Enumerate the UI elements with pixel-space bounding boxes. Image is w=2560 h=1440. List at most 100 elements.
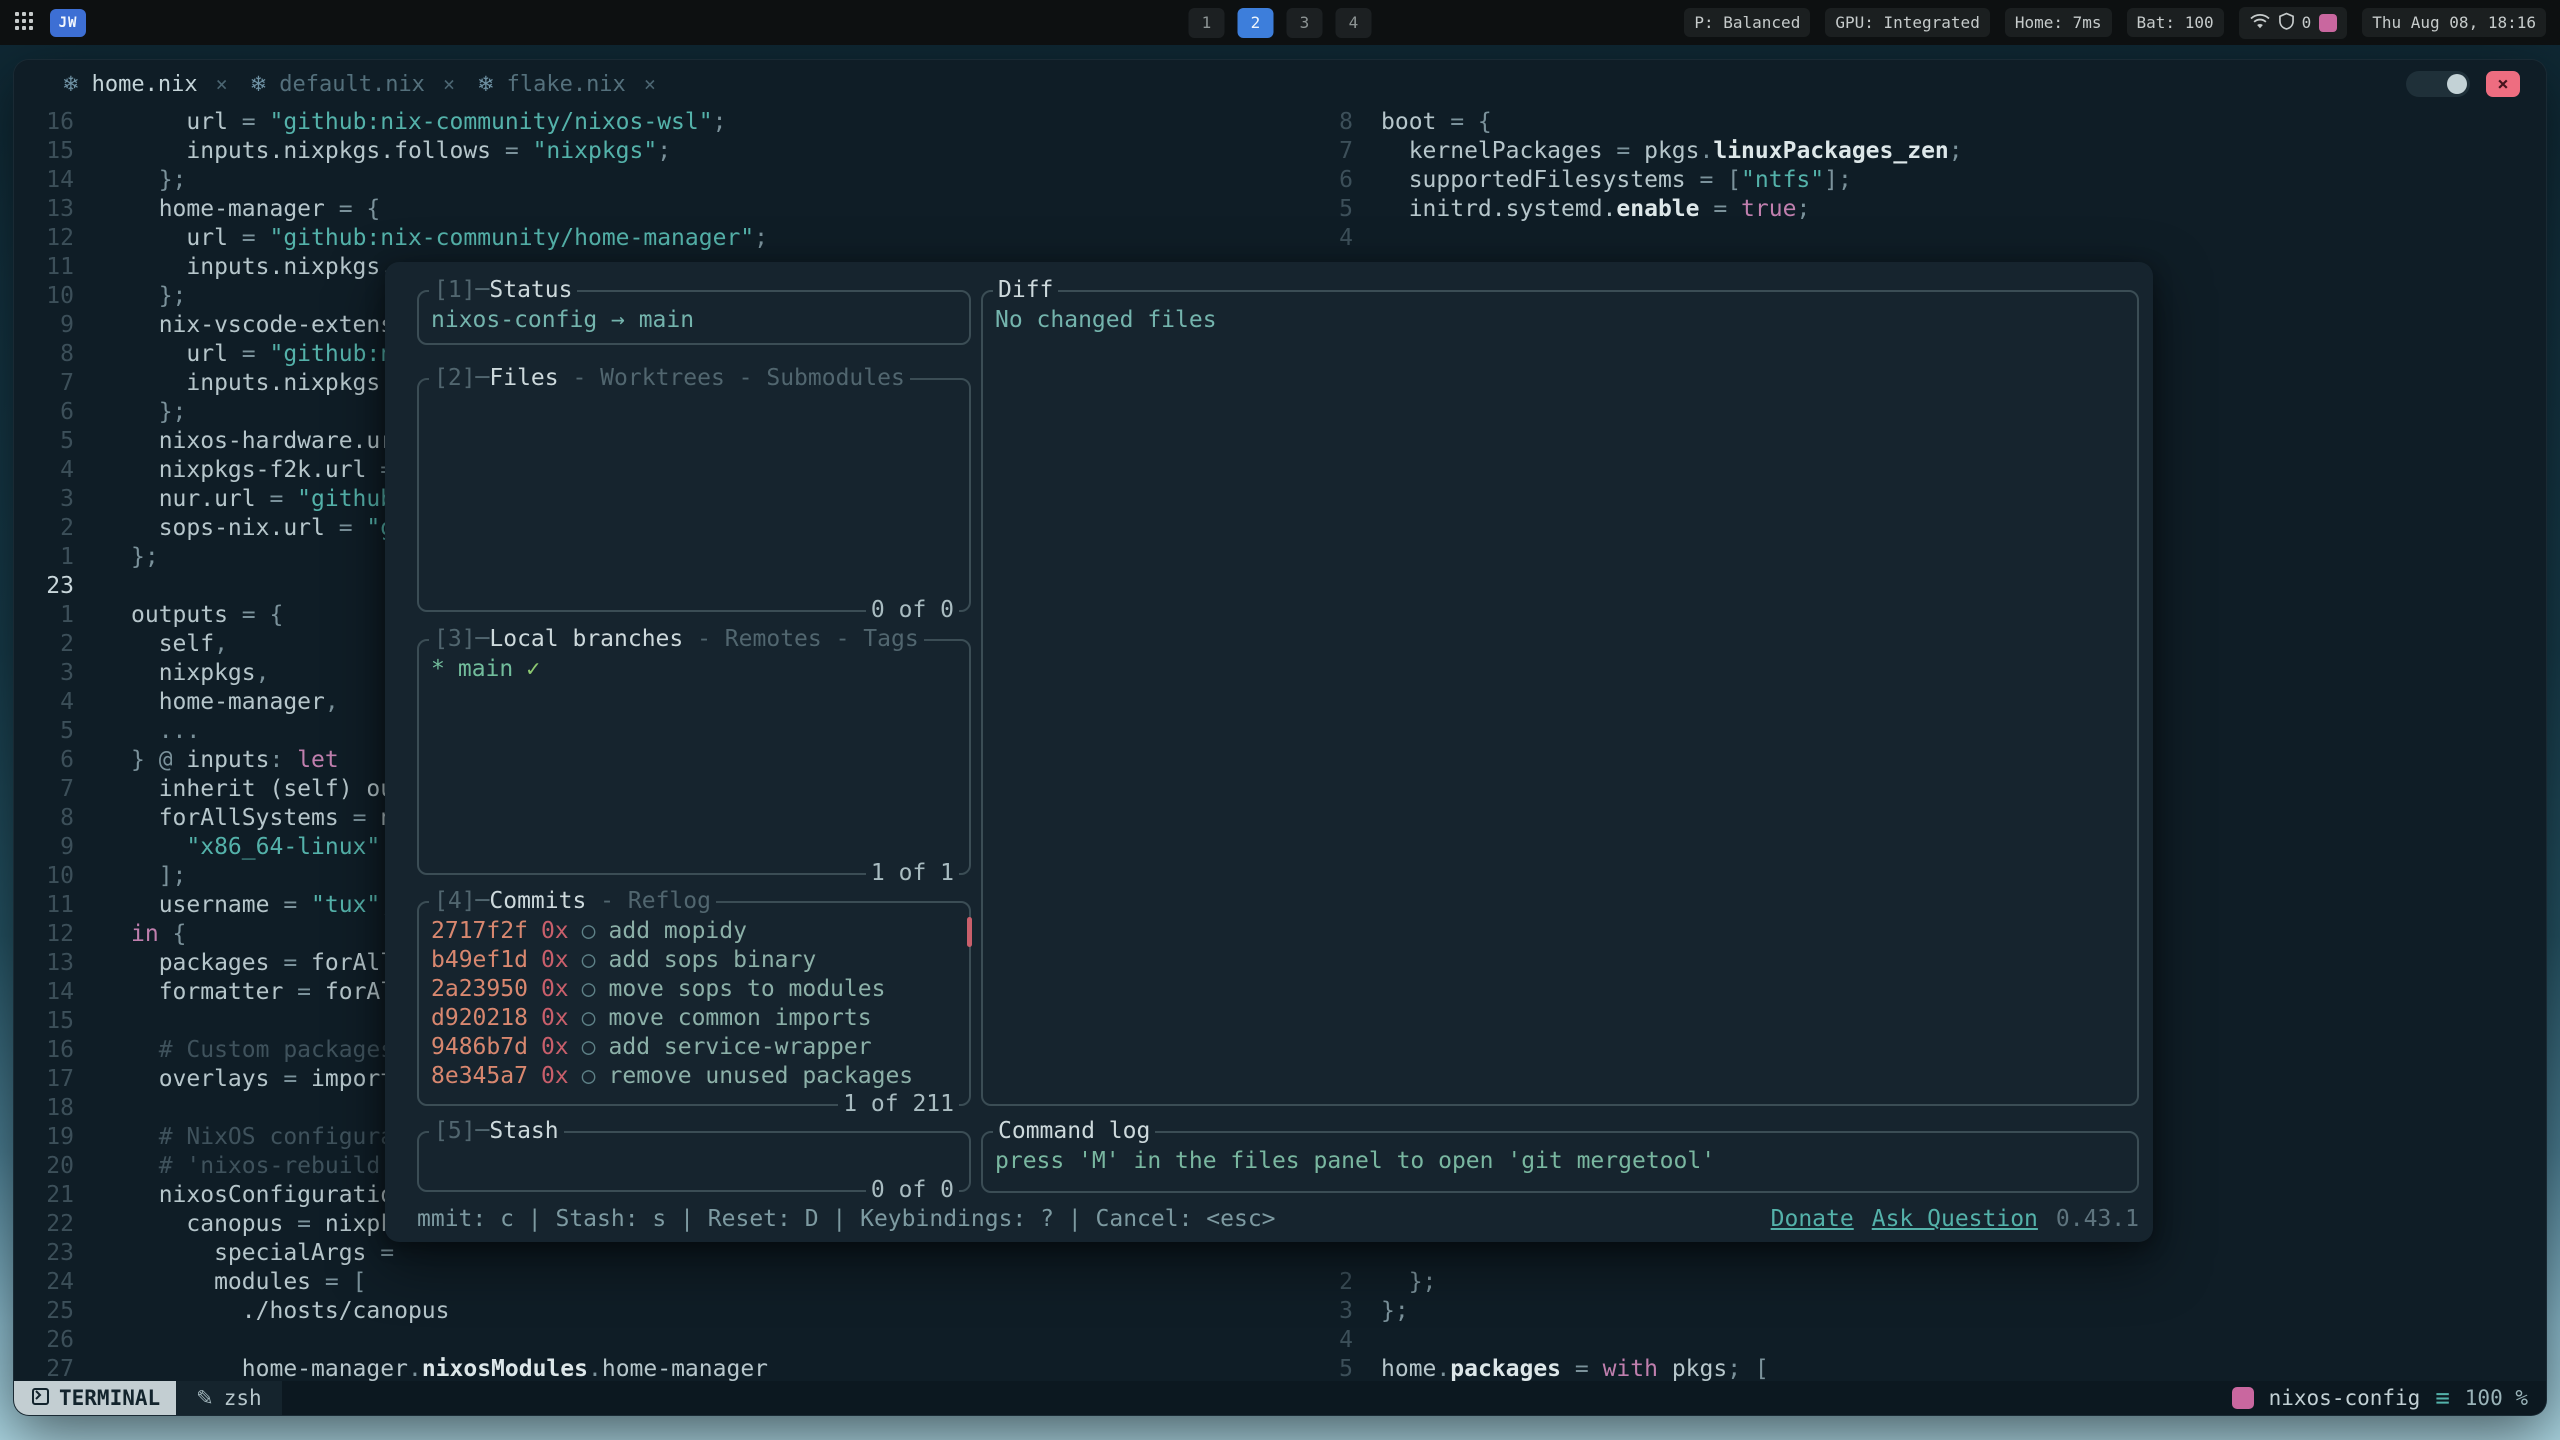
repo-name: nixos-config — [2269, 1386, 2421, 1410]
scroll-position: 100 % — [2465, 1386, 2528, 1410]
tray-icons: 0 — [2239, 7, 2348, 39]
editor-pane-right-bottom[interactable]: 2 };3};45home.packages = with pkgs; [ — [1323, 1268, 1769, 1384]
desktop: JW 1 2 3 4 P: Balanced GPU: Integrated H… — [0, 0, 2560, 1440]
nix-snowflake-icon: ❄ — [477, 72, 495, 96]
commit-list: 2717f2f0x○add mopidyb49ef1d0x○add sops b… — [419, 903, 969, 1091]
commit-row[interactable]: 9486b7d0x○add service-wrapper — [431, 1033, 957, 1062]
code-line: 5 initrd.systemd.enable = true; — [1323, 195, 1963, 224]
shell-tab[interactable]: ✎ zsh — [176, 1381, 282, 1415]
files-panel-title: [2]─Files - Worktrees - Submodules — [429, 364, 910, 393]
commits-panel-title: [4]─Commits - Reflog — [429, 887, 716, 916]
nix-snowflake-icon: ❄ — [250, 72, 268, 96]
commit-row[interactable]: 2a239500x○move sops to modules — [431, 975, 957, 1004]
window-toggle[interactable] — [2406, 71, 2470, 97]
code-line: 15 inputs.nixpkgs.follows = "nixpkgs"; — [14, 137, 768, 166]
logo-badge[interactable]: JW — [50, 9, 86, 37]
workspace-3[interactable]: 3 — [1287, 8, 1323, 38]
tab-flake-nix[interactable]: ❄ flake.nix × — [477, 72, 656, 97]
current-branch-marker: * — [431, 655, 445, 684]
commit-row[interactable]: 2717f2f0x○add mopidy — [431, 917, 957, 946]
lazygit-stash-panel[interactable]: [5]─Stash 0 of 0 — [417, 1131, 971, 1192]
tab-close-icon[interactable]: × — [437, 72, 455, 96]
lazygit-options-bar: mmit: c | Stash: s | Reset: D | Keybindi… — [417, 1205, 2139, 1234]
shield-icon — [2279, 12, 2294, 34]
commit-row[interactable]: b49ef1d0x○add sops binary — [431, 946, 957, 975]
keybinding-hints: mmit: c | Stash: s | Reset: D | Keybindi… — [417, 1205, 1753, 1234]
files-count: 0 of 0 — [866, 596, 959, 625]
workspace-2[interactable]: 2 — [1238, 8, 1274, 38]
lazygit-diff-panel[interactable]: Diff No changed files — [981, 290, 2139, 1106]
tab-label: flake.nix — [507, 72, 626, 97]
workspace-1[interactable]: 1 — [1189, 8, 1225, 38]
lazygit-version: 0.43.1 — [2056, 1205, 2139, 1234]
mode-indicator: TERMINAL — [14, 1381, 176, 1415]
status-bar: TERMINAL ✎ zsh nixos-config ≡ 100 % — [14, 1381, 2546, 1415]
donate-link[interactable]: Donate — [1771, 1205, 1854, 1234]
code-line: 4 — [1323, 224, 1963, 253]
code-line: 25 ./hosts/canopus — [14, 1297, 768, 1326]
battery-status: Bat: 100 — [2127, 8, 2224, 37]
top-bar: JW 1 2 3 4 P: Balanced GPU: Integrated H… — [0, 0, 2560, 45]
stash-panel-title: [5]─Stash — [429, 1117, 564, 1146]
tab-default-nix[interactable]: ❄ default.nix × — [250, 72, 455, 97]
network-latency-status: Home: 7ms — [2005, 8, 2112, 37]
command-log-content: press 'M' in the files panel to open 'gi… — [995, 1147, 2125, 1176]
tab-close-icon[interactable]: × — [638, 72, 656, 96]
terminal-mode-icon — [32, 1386, 49, 1410]
pane-edit-icon: ✎ — [196, 1386, 214, 1410]
ask-question-link[interactable]: Ask Question — [1872, 1205, 2038, 1234]
tab-label: home.nix — [92, 72, 198, 97]
workspace-4[interactable]: 4 — [1336, 8, 1372, 38]
power-profile-status: P: Balanced — [1684, 8, 1810, 37]
lines-icon: ≡ — [2435, 1384, 2449, 1412]
branches-panel-title: [3]─Local branches - Remotes - Tags — [429, 625, 924, 654]
workspace-switcher: 1 2 3 4 — [1189, 8, 1372, 38]
shell-label: zsh — [224, 1386, 262, 1410]
clock: Thu Aug 08, 18:16 — [2362, 8, 2546, 37]
code-line: 27 home-manager.nixosModules.home-manage… — [14, 1355, 768, 1384]
branch-row[interactable]: * main ✓ — [431, 655, 957, 684]
lazygit-command-log-panel[interactable]: Command log press 'M' in the files panel… — [981, 1131, 2139, 1193]
lazygit-popup: [1]─Status nixos-config → main [2]─Files… — [385, 262, 2153, 1242]
tab-label: default.nix — [279, 72, 425, 97]
lazygit-files-panel[interactable]: [2]─Files - Worktrees - Submodules 0 of … — [417, 378, 971, 612]
code-line: 26 — [14, 1326, 768, 1355]
shield-count: 0 — [2302, 13, 2312, 32]
commit-row[interactable]: 8e345a70x○remove unused packages — [431, 1062, 957, 1091]
code-line: 8boot = { — [1323, 108, 1963, 137]
lazygit-status-panel[interactable]: [1]─Status nixos-config → main — [417, 290, 971, 345]
indicator-icon — [2319, 14, 2337, 32]
code-line: 13 home-manager = { — [14, 195, 768, 224]
commits-count: 1 of 211 — [838, 1090, 959, 1119]
nix-snowflake-icon: ❄ — [62, 72, 80, 96]
code-line: 16 url = "github:nix-community/nixos-wsl… — [14, 108, 768, 137]
gpu-status: GPU: Integrated — [1825, 8, 1990, 37]
diff-panel-title: Diff — [993, 276, 1058, 305]
repo-branch-status: nixos-config → main — [431, 306, 957, 335]
code-line: 6 supportedFilesystems = ["ntfs"]; — [1323, 166, 1963, 195]
tab-close-icon[interactable]: × — [210, 72, 228, 96]
branches-count: 1 of 1 — [866, 859, 959, 888]
code-line: 12 url = "github:nix-community/home-mana… — [14, 224, 768, 253]
code-line: 24 modules = [ — [14, 1268, 768, 1297]
repo-icon — [2232, 1387, 2254, 1409]
tab-bar: ❄ home.nix × ❄ default.nix × ❄ flake.nix… — [14, 60, 2546, 108]
lazygit-branches-panel[interactable]: [3]─Local branches - Remotes - Tags * ma… — [417, 639, 971, 875]
window-close-button[interactable]: × — [2486, 71, 2520, 97]
code-line: 7 kernelPackages = pkgs.linuxPackages_ze… — [1323, 137, 1963, 166]
code-line: 5home.packages = with pkgs; [ — [1323, 1355, 1769, 1384]
branch-name: main — [458, 655, 513, 684]
code-line: 14 }; — [14, 166, 768, 195]
status-panel-title: [1]─Status — [429, 276, 577, 305]
code-line: 23 specialArgs = — [14, 1239, 768, 1268]
apps-grid-icon[interactable] — [14, 11, 34, 35]
editor-pane-right[interactable]: 8boot = {7 kernelPackages = pkgs.linuxPa… — [1323, 108, 1963, 253]
commit-row[interactable]: d9202180x○move common imports — [431, 1004, 957, 1033]
stash-count: 0 of 0 — [866, 1176, 959, 1205]
command-log-title: Command log — [993, 1117, 1155, 1146]
lazygit-commits-panel[interactable]: [4]─Commits - Reflog 2717f2f0x○add mopid… — [417, 901, 971, 1106]
branch-synced-icon: ✓ — [526, 655, 540, 684]
tab-home-nix[interactable]: ❄ home.nix × — [62, 72, 228, 97]
code-line: 2 }; — [1323, 1268, 1769, 1297]
commits-scrollbar[interactable] — [967, 917, 972, 947]
